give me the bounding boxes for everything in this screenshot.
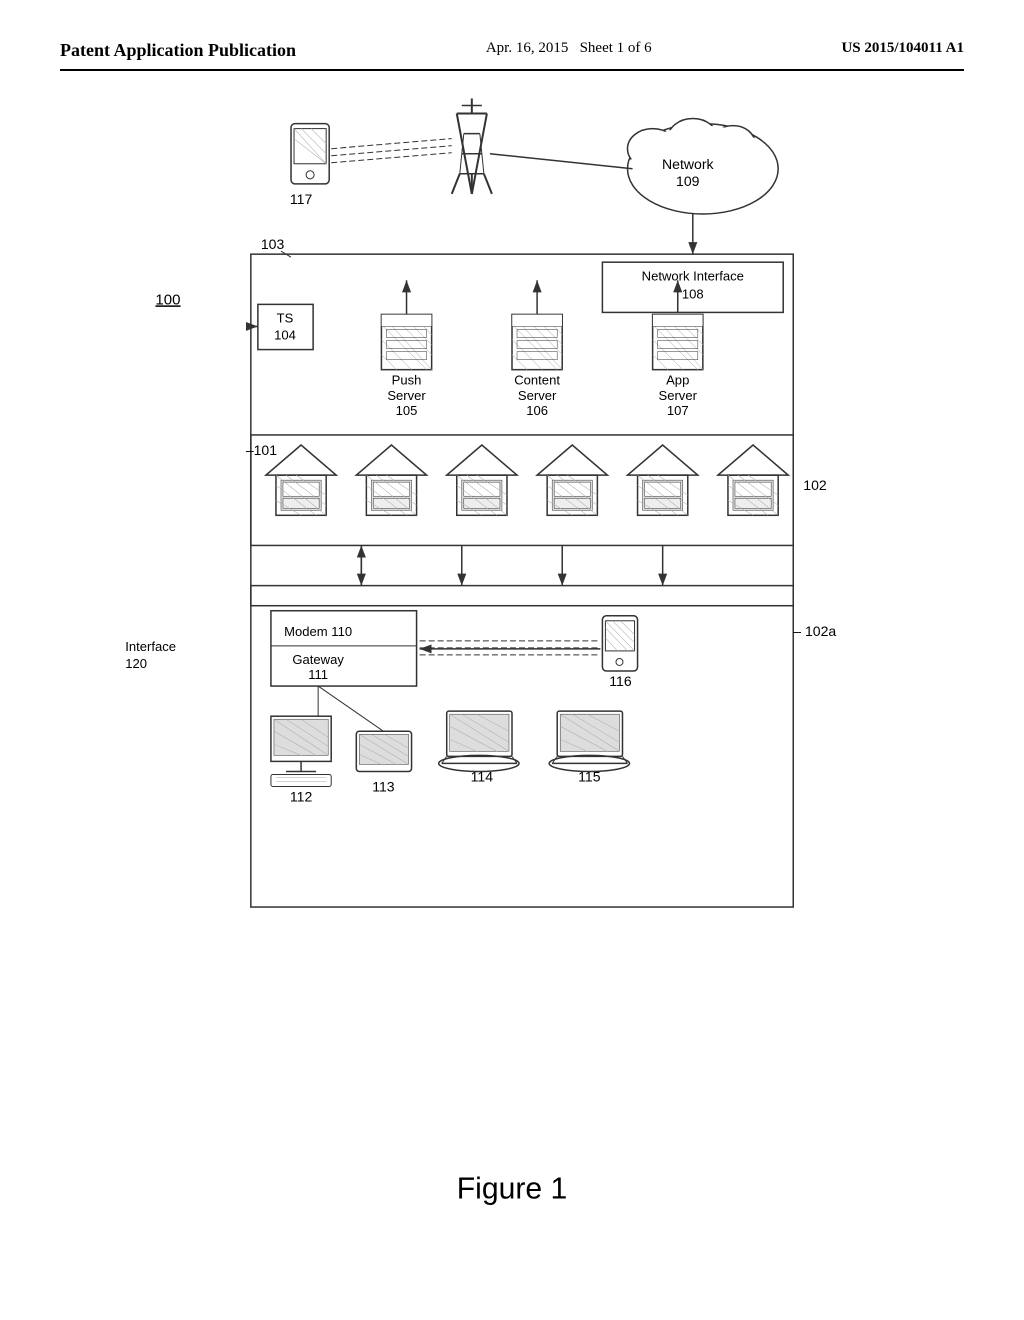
publication-date-sheet: Apr. 16, 2015 Sheet 1 of 6: [486, 40, 652, 57]
label-109: 109: [676, 173, 700, 189]
label-105: 105: [396, 403, 418, 418]
figure-label: Figure 1: [457, 1172, 568, 1205]
label-101: –101: [246, 442, 277, 458]
box-101-102: [251, 435, 793, 545]
label-117: 117: [290, 191, 313, 207]
label-gateway: Gateway: [292, 652, 344, 667]
label-106: 106: [526, 403, 548, 418]
laptop-115: [549, 711, 629, 771]
label-102: 102: [803, 477, 827, 493]
label-app: App: [666, 373, 689, 388]
label-114: 114: [471, 768, 494, 784]
label-112: 112: [290, 789, 313, 805]
publication-number: US 2015/104011 A1: [841, 40, 964, 57]
meter-house-6: [718, 445, 788, 515]
push-server-105: [381, 314, 431, 369]
label-120: 120: [125, 656, 147, 671]
page: Patent Application Publication Apr. 16, …: [0, 0, 1024, 1320]
cell-tower: [452, 98, 492, 193]
label-102a: – 102a: [793, 623, 836, 639]
diagram-area: 117: [60, 81, 964, 1261]
label-104: 104: [274, 328, 296, 343]
page-header: Patent Application Publication Apr. 16, …: [60, 40, 964, 71]
mobile-phone-116: [602, 616, 637, 671]
label-113: 113: [372, 779, 395, 795]
label-push: Push: [392, 373, 422, 388]
label-103: 103: [261, 236, 285, 252]
mobile-phone-117: [291, 124, 329, 184]
label-network: Network: [662, 156, 714, 172]
label-server-3: Server: [659, 388, 698, 403]
app-server-107: [653, 314, 703, 369]
label-107: 107: [667, 403, 689, 418]
label-116: 116: [609, 673, 632, 689]
publication-title: Patent Application Publication: [60, 40, 296, 61]
label-server: Server: [387, 388, 426, 403]
laptop-114: [439, 711, 519, 771]
content-server-106: [512, 314, 562, 369]
label-115: 115: [578, 768, 601, 784]
label-content: Content: [514, 373, 560, 388]
desktop-112: [271, 716, 331, 786]
wireless-signal-mid: [420, 641, 601, 655]
publication-sheet: Sheet 1 of 6: [580, 40, 652, 56]
label-ts: TS: [277, 310, 294, 325]
meter-house-5: [628, 445, 698, 515]
label-111: 111: [308, 667, 328, 682]
figure-1-svg: 117: [60, 81, 964, 1261]
meter-house-2: [356, 445, 426, 515]
line-tower-network: [490, 154, 633, 169]
box-103: [251, 254, 793, 606]
device-113: [356, 731, 411, 771]
wireless-signal-top: [331, 139, 452, 163]
label-108: 108: [682, 286, 704, 301]
label-100: 100: [155, 291, 180, 308]
box-modem-gateway: [271, 611, 417, 686]
meter-house-4: [537, 445, 607, 515]
label-server-2: Server: [518, 388, 557, 403]
label-modem-110: Modem 110: [284, 624, 352, 639]
label-interface-text: Interface: [125, 639, 176, 654]
meter-house-3: [447, 445, 517, 515]
label-network-interface: Network Interface: [642, 268, 744, 283]
publication-date: Apr. 16, 2015: [486, 40, 569, 56]
